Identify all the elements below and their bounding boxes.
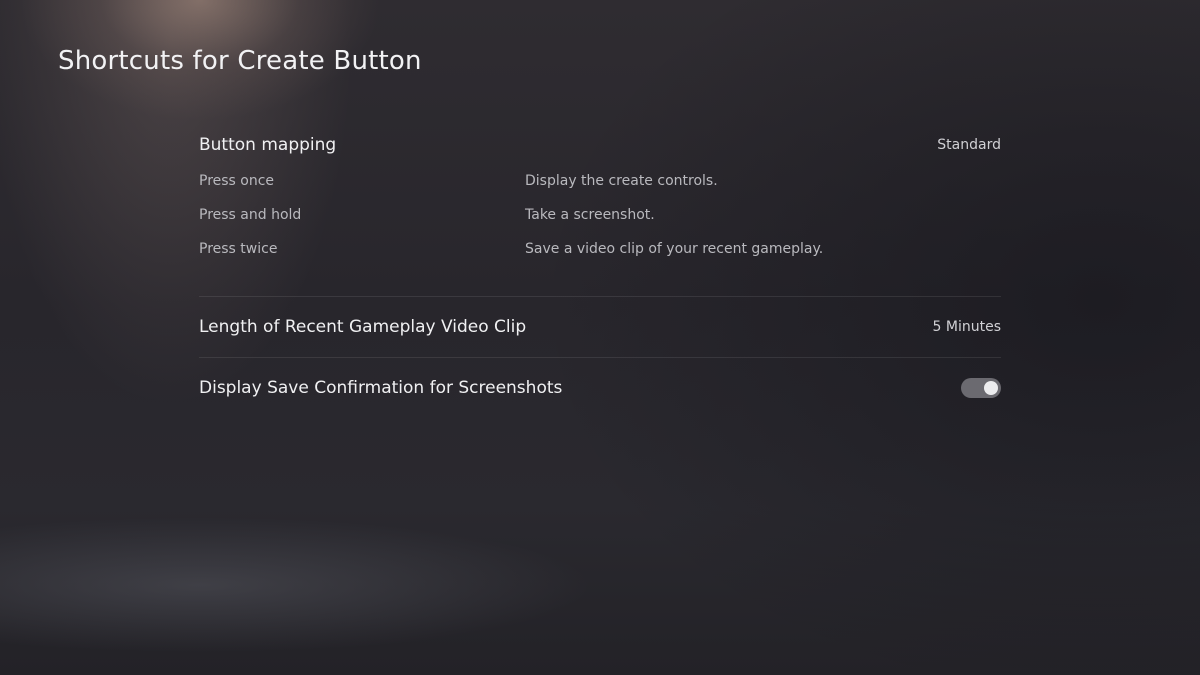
mapping-action: Press once bbox=[199, 173, 275, 189]
mapping-action: Press twice bbox=[199, 241, 278, 257]
clip-length-value: 5 Minutes bbox=[932, 319, 1001, 335]
mapping-row-press-and-hold: Press and hold Take a screenshot. bbox=[199, 198, 1001, 232]
button-mapping-row[interactable]: Button mapping Standard bbox=[199, 126, 1001, 164]
clip-length-row[interactable]: Length of Recent Gameplay Video Clip 5 M… bbox=[199, 297, 1001, 357]
button-mapping-value: Standard bbox=[937, 137, 1001, 153]
mapping-result: Save a video clip of your recent gamepla… bbox=[525, 241, 824, 257]
mapping-action: Press and hold bbox=[199, 207, 302, 223]
mapping-result: Display the create controls. bbox=[525, 173, 718, 189]
save-confirmation-label: Display Save Confirmation for Screenshot… bbox=[199, 378, 563, 398]
mapping-row-press-once: Press once Display the create controls. bbox=[199, 164, 1001, 198]
save-confirmation-row[interactable]: Display Save Confirmation for Screenshot… bbox=[199, 358, 1001, 418]
toggle-knob bbox=[984, 381, 998, 395]
page-title: Shortcuts for Create Button bbox=[58, 46, 422, 76]
save-confirmation-toggle[interactable] bbox=[961, 378, 1001, 398]
mapping-row-press-twice: Press twice Save a video clip of your re… bbox=[199, 232, 1001, 266]
mapping-result: Take a screenshot. bbox=[525, 207, 655, 223]
settings-list: Button mapping Standard Press once Displ… bbox=[199, 126, 1001, 418]
button-mapping-label: Button mapping bbox=[199, 135, 337, 155]
clip-length-label: Length of Recent Gameplay Video Clip bbox=[199, 317, 527, 337]
